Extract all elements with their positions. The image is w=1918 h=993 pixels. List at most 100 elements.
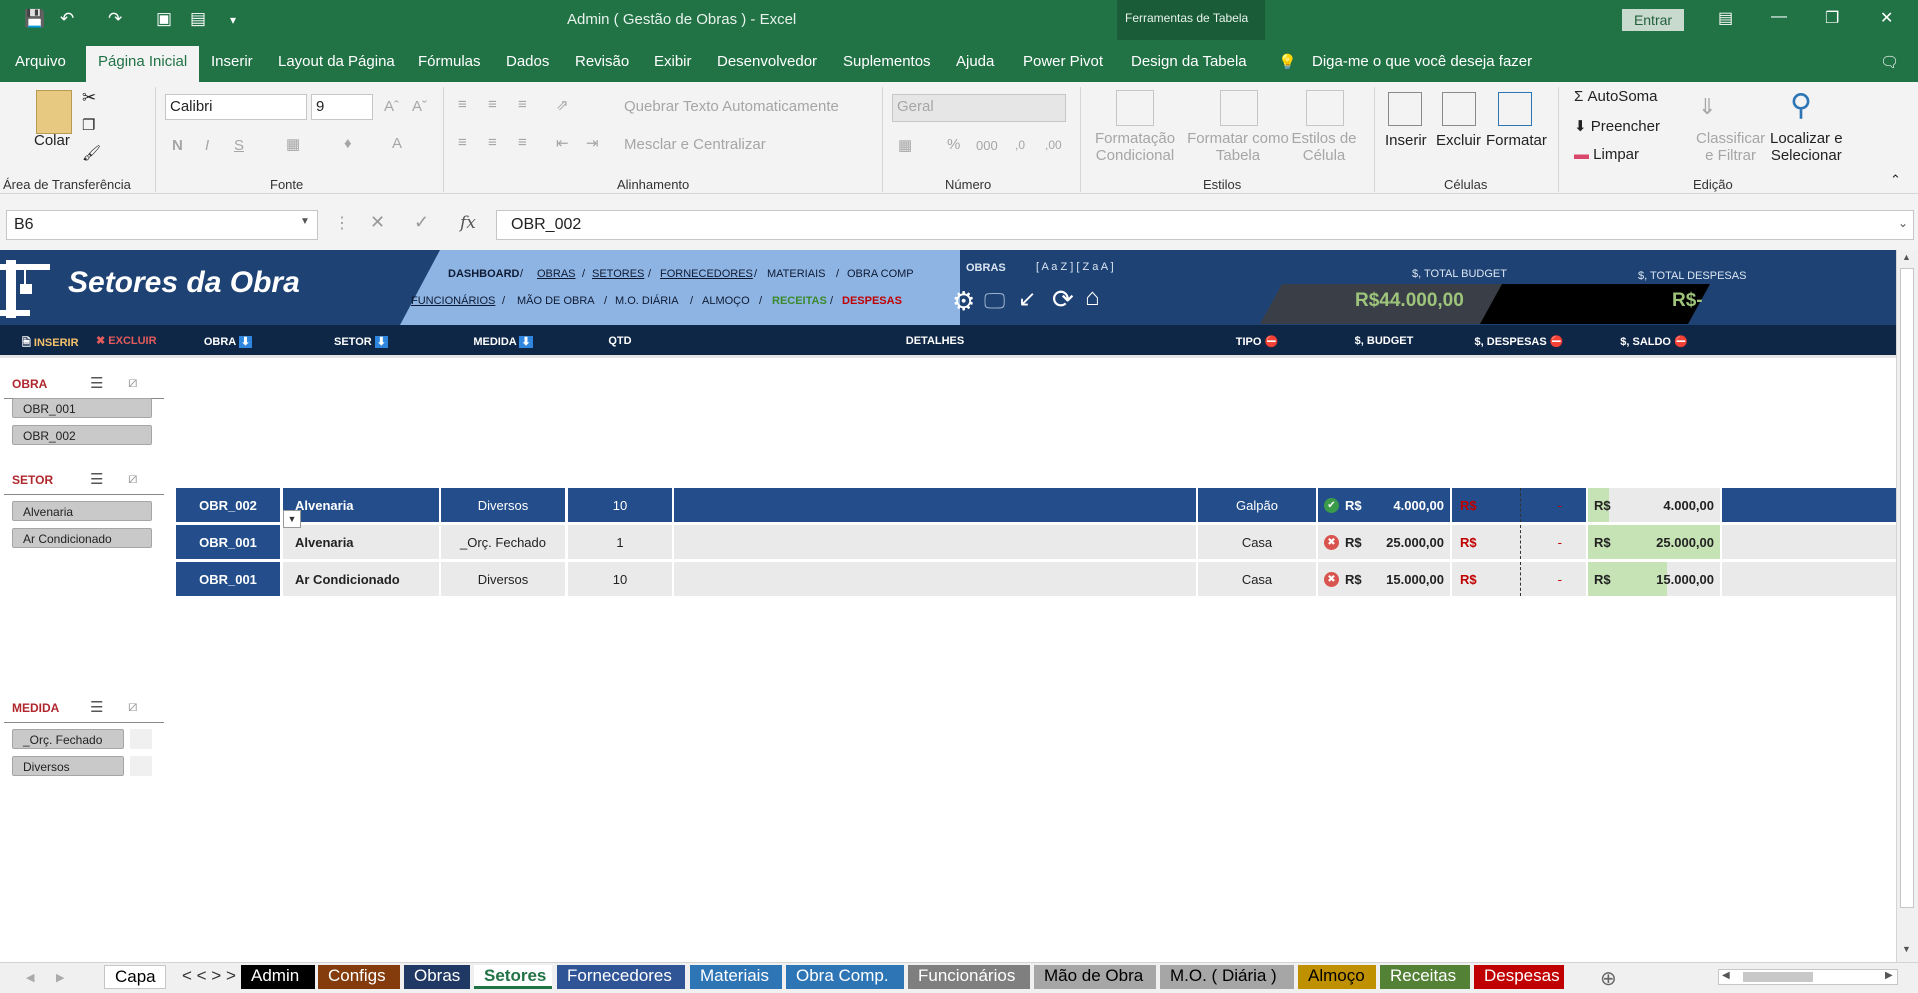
cell-qtd[interactable]: 10 (568, 562, 672, 596)
cell-tipo[interactable]: Casa (1198, 525, 1316, 559)
format-cells-button[interactable]: Formatar (1486, 132, 1547, 149)
nav-obra-comp[interactable]: OBRA COMP (847, 268, 914, 280)
sheet-tab-capa[interactable]: Capa (104, 965, 166, 989)
import-icon[interactable]: ↙ (1018, 286, 1036, 312)
nav-almoco[interactable]: ALMOÇO (702, 295, 750, 307)
number-format-select[interactable]: Geral (892, 94, 1066, 122)
col-header-despesas[interactable]: $, DESPESAS ⛔ (1452, 335, 1586, 348)
decrease-decimal-icon[interactable]: ,00 (1045, 138, 1062, 152)
delete-cells-button[interactable]: Excluir (1436, 132, 1481, 149)
sheet-tab-funcion-rios[interactable]: Funcionários (908, 965, 1030, 989)
tab-dados[interactable]: Dados (506, 53, 549, 70)
sort-filter-button[interactable]: Classificar e Filtrar (1696, 130, 1765, 164)
clear-filter-icon[interactable]: ⧄ (128, 470, 138, 487)
format-as-table-button[interactable]: Formatar como Tabela (1185, 130, 1291, 164)
prev-sheet-icon[interactable]: ◀ (26, 971, 34, 984)
next-sheet-icon[interactable]: ▶ (56, 971, 64, 984)
align-middle-icon[interactable]: ≡ (488, 96, 497, 113)
paste-icon[interactable] (36, 90, 72, 134)
nav-dashboard[interactable]: DASHBOARD (448, 268, 520, 280)
align-center-icon[interactable]: ≡ (488, 134, 497, 151)
cell-qtd[interactable]: 10 (568, 488, 672, 522)
format-painter-icon[interactable]: 🖌 (82, 144, 101, 162)
ribbon-display-icon[interactable]: ▤ (1718, 8, 1733, 28)
col-header-detalhes[interactable]: DETALHES (674, 335, 1196, 347)
tell-me-search[interactable]: Diga-me o que você deseja fazer (1312, 53, 1532, 70)
nav-mao-de-obra[interactable]: MÃO DE OBRA (517, 295, 595, 307)
cell-obra[interactable]: OBR_001 (176, 525, 280, 559)
find-icon[interactable]: ⚲ (1790, 88, 1812, 123)
sheet-tab-materiais[interactable]: Materiais (690, 965, 782, 989)
nav-obras[interactable]: OBRAS (537, 268, 576, 280)
align-left-icon[interactable]: ≡ (458, 134, 467, 151)
col-header-qtd[interactable]: QTD (568, 335, 672, 347)
cell-saldo[interactable]: R$ 25.000,00 (1588, 525, 1720, 559)
expand-formula-icon[interactable]: ⌄ (1898, 216, 1908, 230)
format-cells-icon[interactable] (1498, 92, 1532, 126)
col-header-saldo[interactable]: $, SALDO ⛔ (1588, 335, 1720, 348)
font-name-select[interactable]: Calibri (165, 94, 307, 120)
cell-tipo[interactable]: Casa (1198, 562, 1316, 596)
cell-styles-button[interactable]: Estilos de Célula (1288, 130, 1360, 164)
slicer-item-alvenaria[interactable]: Alvenaria (12, 501, 152, 521)
clear-filter-icon[interactable]: ⧄ (128, 374, 138, 391)
clear-filter-icon[interactable]: ⧄ (128, 698, 138, 715)
form-icon[interactable]: ▤ (190, 9, 206, 29)
italic-button[interactable]: I (205, 137, 209, 154)
bold-button[interactable]: N (172, 137, 183, 154)
cell-styles-icon[interactable] (1306, 90, 1344, 126)
cell-saldo[interactable]: R$ 4.000,00 (1588, 488, 1720, 522)
find-select-button[interactable]: Localizar e Selecionar (1770, 130, 1843, 164)
increase-indent-icon[interactable]: ⇥ (586, 134, 599, 152)
shrink-font-icon[interactable]: Aˇ (412, 98, 427, 115)
grow-font-icon[interactable]: Aˆ (384, 98, 399, 115)
font-size-select[interactable]: 9 (311, 94, 373, 120)
sheet-tab-admin[interactable]: Admin (241, 965, 315, 989)
refresh-icon[interactable]: ⟳ (1052, 284, 1074, 315)
save-icon[interactable]: 💾 (24, 9, 45, 29)
sheet-tab-almo-o[interactable]: Almoço (1298, 965, 1376, 989)
thousands-icon[interactable]: 000 (976, 138, 998, 153)
formula-input[interactable]: OBR_002 (496, 210, 1914, 240)
nav-despesas[interactable]: DESPESAS (842, 295, 902, 307)
nav-receitas[interactable]: RECEITAS (772, 295, 827, 307)
camera-icon[interactable]: ▣ (156, 9, 172, 29)
tab-layout[interactable]: Layout da Página (278, 53, 395, 70)
orientation-icon[interactable]: ⇗ (556, 96, 569, 114)
multi-select-icon[interactable]: ☰ (90, 374, 103, 392)
insert-cells-button[interactable]: Inserir (1385, 132, 1427, 149)
sheet-tab-obras[interactable]: Obras (404, 965, 470, 989)
signin-button[interactable]: Entrar (1622, 9, 1684, 31)
conditional-format-icon[interactable] (1116, 90, 1154, 126)
delete-action[interactable]: ✖ EXCLUIR (96, 334, 157, 347)
cancel-entry-icon[interactable]: ✕ (370, 212, 385, 233)
cell-despesas[interactable]: R$ - (1452, 525, 1586, 559)
col-header-tipo[interactable]: TIPO ⛔ (1198, 335, 1316, 348)
fill-color-icon[interactable]: ♦ (344, 135, 352, 152)
cell-detalhes[interactable] (674, 562, 1196, 596)
settings-icon[interactable]: ⚙ (952, 286, 975, 317)
cell-tipo[interactable]: Galpão (1198, 488, 1316, 522)
cell-obra[interactable]: OBR_002 (176, 488, 280, 522)
redo-icon[interactable]: ↷ (108, 9, 122, 29)
cell-extra[interactable] (1722, 562, 1896, 596)
tab-ajuda[interactable]: Ajuda (956, 53, 994, 70)
nav-funcionarios[interactable]: FUNCIONÁRIOS (411, 295, 495, 307)
cell-detalhes[interactable] (674, 488, 1196, 522)
col-header-setor[interactable]: SETOR ⬇ (283, 335, 439, 348)
cell-setor[interactable]: Alvenaria (283, 525, 439, 559)
copy-icon[interactable]: ❐ (82, 116, 95, 134)
name-box-dropdown-icon[interactable]: ▼ (300, 216, 310, 227)
cell-medida[interactable]: Diversos (441, 562, 565, 596)
format-as-table-icon[interactable] (1220, 90, 1258, 126)
font-color-icon[interactable]: A (392, 135, 402, 152)
nav-materiais[interactable]: MATERIAIS (767, 268, 825, 280)
tab-pagina-inicial[interactable]: Página Inicial (86, 46, 200, 82)
cell-setor[interactable]: Ar Condicionado (283, 562, 439, 596)
sheet-tab-receitas[interactable]: Receitas (1380, 965, 1470, 989)
cell-medida[interactable]: Diversos (441, 488, 565, 522)
cell-obra[interactable]: OBR_001 (176, 562, 280, 596)
slicer-item-orc-fechado[interactable]: _Orç. Fechado (12, 729, 124, 749)
collapse-ribbon-icon[interactable]: ⌃ (1890, 172, 1901, 188)
undo-icon[interactable]: ↶ (60, 9, 74, 29)
